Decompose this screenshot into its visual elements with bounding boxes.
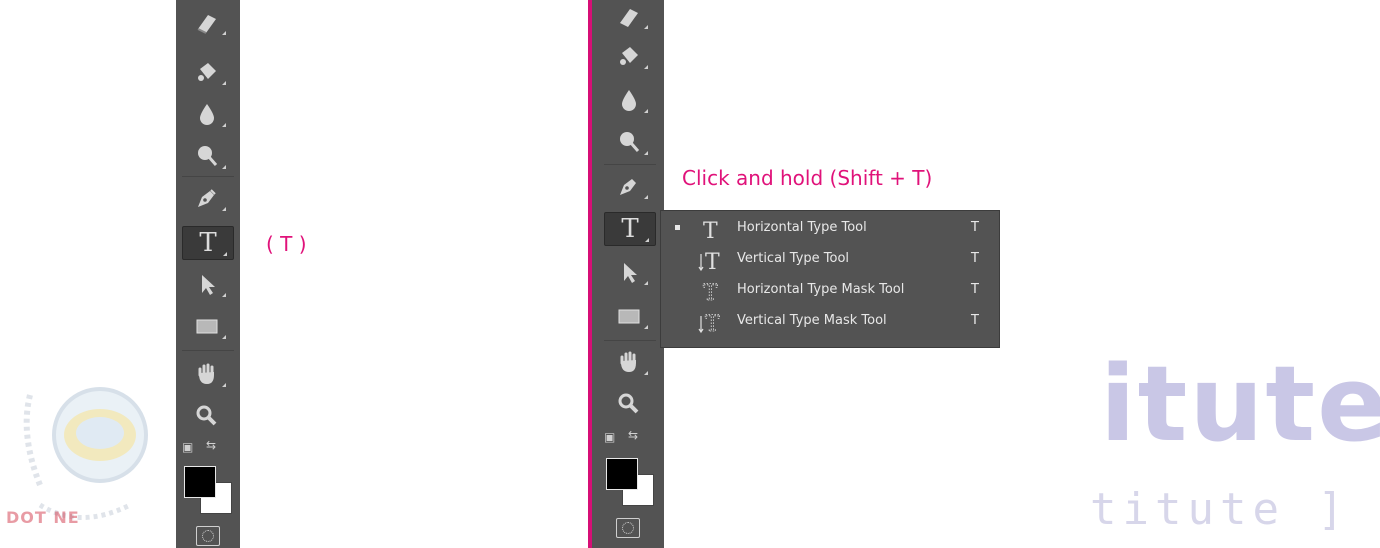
- pen-icon: [620, 179, 636, 195]
- default-colors-icon[interactable]: ▣: [604, 430, 615, 444]
- paint-bucket-tool-button[interactable]: [604, 40, 654, 72]
- tools-panel-right: T ▣ ⇆: [588, 0, 664, 548]
- swap-colors-icon[interactable]: ⇆: [628, 428, 638, 442]
- paint-bucket-icon: [620, 47, 638, 65]
- path-selection-icon: [624, 263, 637, 283]
- menu-item-shortcut: T: [971, 220, 979, 235]
- blur-tool-button[interactable]: [182, 98, 232, 130]
- menu-item-horizontal-type-mask-tool[interactable]: T Horizontal Type Mask Tool T: [661, 275, 999, 305]
- menu-item-shortcut: T: [971, 251, 979, 266]
- eraser-icon: [620, 9, 638, 27]
- swap-colors-icon[interactable]: ⇆: [206, 438, 216, 452]
- hand-icon: [198, 363, 214, 384]
- watermark-text-small: titute ]: [1090, 484, 1350, 535]
- foreground-color-swatch-top: [184, 466, 216, 498]
- menu-item-shortcut: T: [971, 282, 979, 297]
- type-tool-icon: T: [621, 214, 639, 244]
- pen-tool-button[interactable]: [604, 170, 654, 202]
- zoom-icon: [618, 393, 639, 414]
- type-tool-button[interactable]: T: [182, 226, 234, 260]
- tools-panel-left: T ▣ ⇆: [176, 0, 240, 548]
- eraser-tool-button[interactable]: [604, 0, 654, 32]
- type-tool-button[interactable]: T: [604, 212, 656, 246]
- selected-bullet-icon: [675, 225, 680, 230]
- type-horizontal-mask-icon: T: [703, 281, 719, 303]
- dodge-icon: [198, 146, 218, 166]
- path-selection-icon: [202, 275, 215, 295]
- path-selection-tool-button[interactable]: [182, 268, 232, 300]
- zoom-tool-button[interactable]: [604, 388, 654, 420]
- type-tool-icon: T: [199, 228, 217, 258]
- blur-tool-button[interactable]: [604, 84, 654, 116]
- rectangle-icon: [196, 319, 218, 334]
- dodge-tool-button[interactable]: [604, 126, 654, 158]
- menu-item-shortcut: T: [971, 313, 979, 328]
- svg-text:T: T: [703, 281, 718, 303]
- shortcut-annotation: ( T ): [266, 232, 307, 256]
- svg-text:T: T: [705, 250, 720, 272]
- menu-item-horizontal-type-tool[interactable]: T Horizontal Type Tool T: [661, 213, 999, 243]
- paint-bucket-icon: [198, 63, 216, 81]
- blur-drop-icon: [200, 104, 214, 125]
- default-colors-icon[interactable]: ▣: [182, 440, 193, 454]
- type-vertical-mask-icon: T: [698, 312, 720, 334]
- eraser-tool-button[interactable]: [182, 6, 232, 38]
- type-horizontal-icon: T: [703, 219, 718, 241]
- menu-item-label: Vertical Type Tool: [737, 251, 850, 266]
- svg-text:T: T: [705, 312, 720, 334]
- rectangle-tool-button[interactable]: [182, 310, 232, 342]
- type-tools-flyout-menu: T Horizontal Type Tool T T Vertical Type…: [660, 210, 1000, 348]
- blur-drop-icon: [622, 90, 636, 111]
- watermark-text-large: itute: [1100, 343, 1380, 465]
- dodge-tool-button[interactable]: [182, 140, 232, 172]
- watermark-logo-text: DOT NE: [6, 508, 80, 527]
- dodge-icon: [620, 132, 640, 152]
- type-vertical-icon: T: [698, 250, 720, 272]
- rectangle-icon: [618, 309, 640, 324]
- eraser-icon: [197, 15, 216, 34]
- rectangle-tool-button[interactable]: [604, 300, 654, 332]
- zoom-tool-button[interactable]: [182, 400, 232, 432]
- pen-icon: [198, 189, 216, 207]
- hand-tool-button[interactable]: [604, 346, 654, 378]
- quick-mask-button[interactable]: [616, 518, 640, 538]
- pen-tool-button[interactable]: [182, 182, 232, 214]
- hand-icon: [620, 351, 636, 372]
- quick-mask-button[interactable]: [196, 526, 220, 546]
- zoom-icon: [196, 405, 217, 426]
- menu-item-label: Horizontal Type Tool: [737, 220, 867, 235]
- path-selection-tool-button[interactable]: [604, 256, 654, 288]
- menu-item-label: Vertical Type Mask Tool: [737, 313, 887, 328]
- click-hold-annotation: Click and hold (Shift + T): [682, 166, 933, 190]
- menu-item-vertical-type-mask-tool[interactable]: T Vertical Type Mask Tool T: [661, 306, 999, 336]
- svg-text:T: T: [703, 219, 718, 241]
- hand-tool-button[interactable]: [182, 358, 232, 390]
- foreground-color-swatch[interactable]: [606, 458, 638, 490]
- menu-item-label: Horizontal Type Mask Tool: [737, 282, 905, 297]
- paint-bucket-tool-button[interactable]: [182, 56, 232, 88]
- menu-item-vertical-type-tool[interactable]: T Vertical Type Tool T: [661, 244, 999, 274]
